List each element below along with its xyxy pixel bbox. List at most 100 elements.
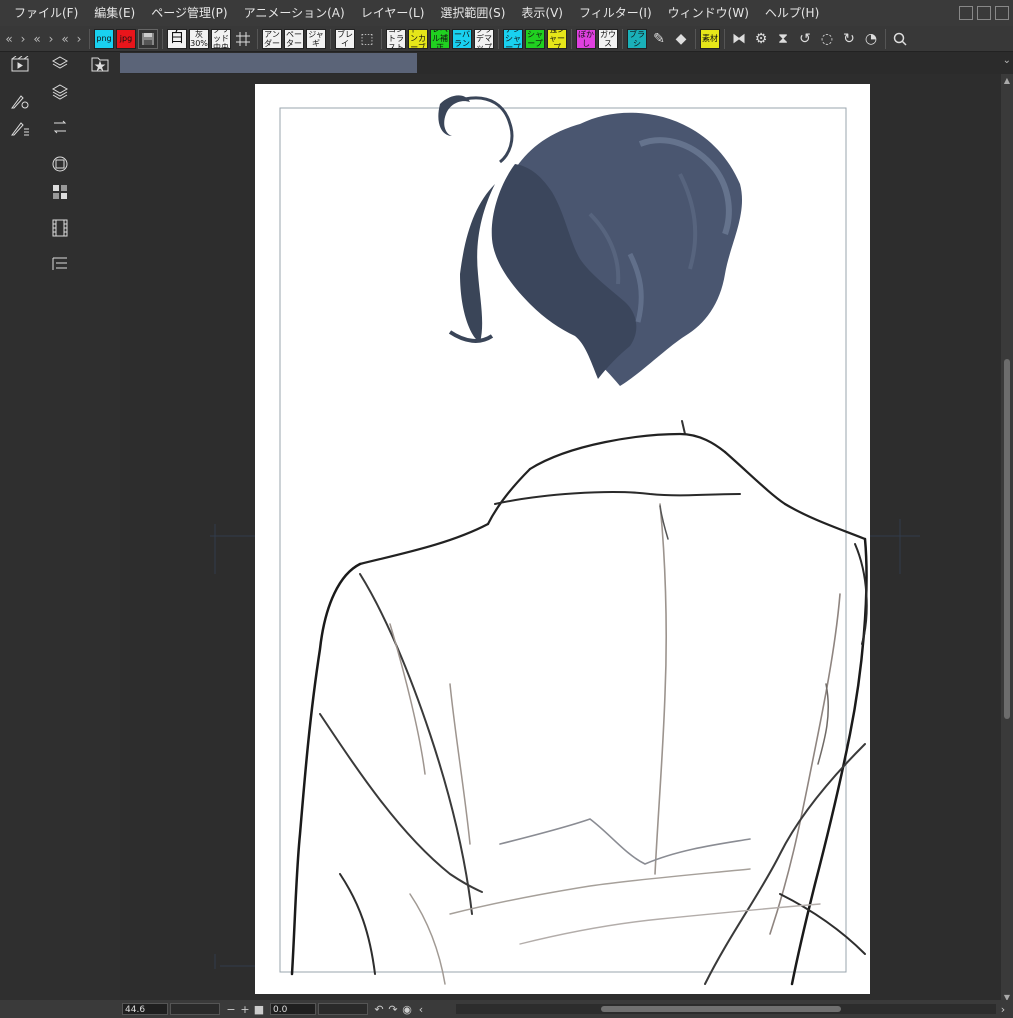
export-png-button[interactable]: png — [94, 28, 114, 49]
flip-vertical-icon[interactable]: ⧗ — [773, 29, 793, 49]
fit-screen-icon[interactable]: ■ — [252, 1003, 266, 1016]
material-icon[interactable] — [90, 54, 110, 74]
menu-file[interactable]: ファイル(F) — [6, 0, 86, 26]
blur-button[interactable]: ぼかし — [576, 28, 596, 49]
rotate-left-icon[interactable]: ↺ — [795, 29, 815, 49]
left-tool-panel — [0, 52, 120, 1000]
under-button[interactable]: アンダー — [262, 28, 282, 49]
menu-view[interactable]: 表示(V) — [513, 0, 571, 26]
close-icon[interactable] — [995, 6, 1009, 20]
horizontal-scrollbar[interactable] — [456, 1004, 996, 1014]
document-tab[interactable] — [120, 53, 417, 73]
canvas-area[interactable] — [120, 74, 1001, 1000]
menu-window[interactable]: ウィンドウ(W) — [660, 0, 757, 26]
history-icon[interactable] — [50, 117, 70, 137]
gray30-button[interactable]: 灰30% — [189, 28, 209, 49]
panel-collapse-left-icon[interactable]: « — [2, 32, 16, 46]
object-select-icon[interactable]: ⬚ — [357, 29, 377, 49]
color-set-icon[interactable] — [50, 182, 70, 202]
color-balance-button[interactable]: カラーバランス — [452, 28, 472, 49]
layer-icon[interactable] — [50, 82, 70, 102]
toolbar-divider — [724, 28, 725, 49]
rotate-right-icon[interactable]: ↷ — [386, 1003, 400, 1016]
panel-next-icon[interactable]: › — [72, 32, 86, 46]
toolbar-divider — [330, 28, 331, 49]
zoom-slider[interactable] — [170, 1003, 220, 1015]
tool-property-icon[interactable] — [10, 90, 30, 110]
panel-collapse-icon[interactable]: « — [30, 32, 44, 46]
menu-layer[interactable]: レイヤー(L) — [353, 0, 433, 26]
panel-expand-right-icon[interactable]: › — [44, 32, 58, 46]
zoom-field[interactable]: 44.6 — [122, 1003, 168, 1015]
minimize-icon[interactable] — [959, 6, 973, 20]
zoom-out-icon[interactable]: − — [224, 1003, 238, 1016]
level-correction-button[interactable]: レベル補正 — [430, 28, 450, 49]
sharpen-button[interactable]: シャープ — [525, 28, 545, 49]
pen-icon[interactable]: ✎ — [649, 29, 669, 49]
fill-white-button[interactable]: 白 — [167, 28, 187, 49]
gradient-map-button[interactable]: グラデマップ — [474, 28, 494, 49]
toolbar-divider — [571, 28, 572, 49]
grid-icon[interactable] — [233, 29, 253, 49]
toolbar-divider — [622, 28, 623, 49]
jaggy-button[interactable]: ジャギ — [306, 28, 326, 49]
fill-bucket-icon[interactable]: ◆ — [671, 29, 691, 49]
blur-shift-button[interactable]: ブレイ — [335, 28, 355, 49]
rotate-left-icon[interactable]: ↶ — [372, 1003, 386, 1016]
menu-bar: ファイル(F) 編集(E) ページ管理(P) アニメーション(A) レイヤー(L… — [0, 0, 1013, 26]
pattern-button[interactable]: ペーター — [284, 28, 304, 49]
scroll-up-icon[interactable]: ▲ — [1001, 76, 1013, 85]
menu-page[interactable]: ページ管理(P) — [143, 0, 235, 26]
menu-help[interactable]: ヘルプ(H) — [757, 0, 827, 26]
zoom-in-icon[interactable]: + — [238, 1003, 252, 1016]
tone-curve-button[interactable]: トーンカーブ — [408, 28, 428, 49]
gaussian-button[interactable]: ガウス — [598, 28, 618, 49]
scroll-right-icon[interactable]: › — [996, 1003, 1010, 1016]
toolbar-divider — [695, 28, 696, 49]
grid-center-button[interactable]: グリッド中央 — [211, 28, 231, 49]
timeline-icon[interactable] — [50, 218, 70, 238]
strong-sharpen-button[interactable]: 強シャープ — [547, 28, 567, 49]
brush-button[interactable]: ブラシ — [627, 28, 647, 49]
vertical-scrollbar[interactable]: ▲ ▼ — [1001, 74, 1013, 1004]
zoom-icon[interactable] — [890, 29, 910, 49]
vertical-scroll-thumb[interactable] — [1004, 359, 1010, 719]
menu-edit[interactable]: 編集(E) — [86, 0, 143, 26]
sub-view-icon[interactable] — [50, 254, 70, 274]
document-tab-strip: ⌄ — [120, 52, 1013, 74]
window-controls — [959, 0, 1013, 26]
save-icon[interactable] — [138, 28, 158, 49]
panel-collapse-right-icon[interactable]: « — [58, 32, 72, 46]
sub-tool-detail-icon[interactable] — [10, 117, 30, 137]
material-button[interactable]: 素材 — [700, 28, 720, 49]
horizontal-scroll-thumb[interactable] — [601, 1006, 841, 1012]
status-bar: 44.6 − + ■ 0.0 ↶ ↷ ◉ ‹ › — [0, 1000, 1013, 1018]
chevron-down-icon[interactable]: ⌄ — [1003, 55, 1011, 66]
panel-expand-icon[interactable]: › — [16, 32, 30, 46]
navigator-icon[interactable] — [50, 154, 70, 174]
canvas-svg — [210, 84, 920, 994]
flip-horizontal-icon[interactable]: ⧓ — [729, 29, 749, 49]
toolbar-divider — [498, 28, 499, 49]
command-bar: « › « › « › png jpg 白 灰30% グリッド中央 アンダー ペ… — [0, 26, 1013, 52]
layer-property-icon[interactable] — [50, 54, 70, 74]
toolbar-divider — [89, 28, 90, 49]
rotation-field[interactable]: 0.0 — [270, 1003, 316, 1015]
menu-filter[interactable]: フィルター(I) — [571, 0, 660, 26]
export-jpg-button[interactable]: jpg — [116, 28, 136, 49]
rotate-right-icon[interactable]: ↻ — [839, 29, 859, 49]
unsharp-button[interactable]: アンシャープ — [503, 28, 523, 49]
scroll-left-icon[interactable]: ‹ — [414, 1003, 428, 1016]
toolbar-divider — [162, 28, 163, 49]
timer-icon[interactable]: ◔ — [861, 29, 881, 49]
toolbar-divider — [885, 28, 886, 49]
maximize-icon[interactable] — [977, 6, 991, 20]
animation-icon[interactable] — [10, 54, 30, 74]
menu-animation[interactable]: アニメーション(A) — [236, 0, 353, 26]
contrast-button[interactable]: コントラスト — [386, 28, 406, 49]
rotate-reset-icon[interactable]: ◌ — [817, 29, 837, 49]
reset-rotation-icon[interactable]: ◉ — [400, 1003, 414, 1016]
rotation-slider[interactable] — [318, 1003, 368, 1015]
menu-selection[interactable]: 選択範囲(S) — [432, 0, 513, 26]
rotate-settings-icon[interactable]: ⚙ — [751, 29, 771, 49]
